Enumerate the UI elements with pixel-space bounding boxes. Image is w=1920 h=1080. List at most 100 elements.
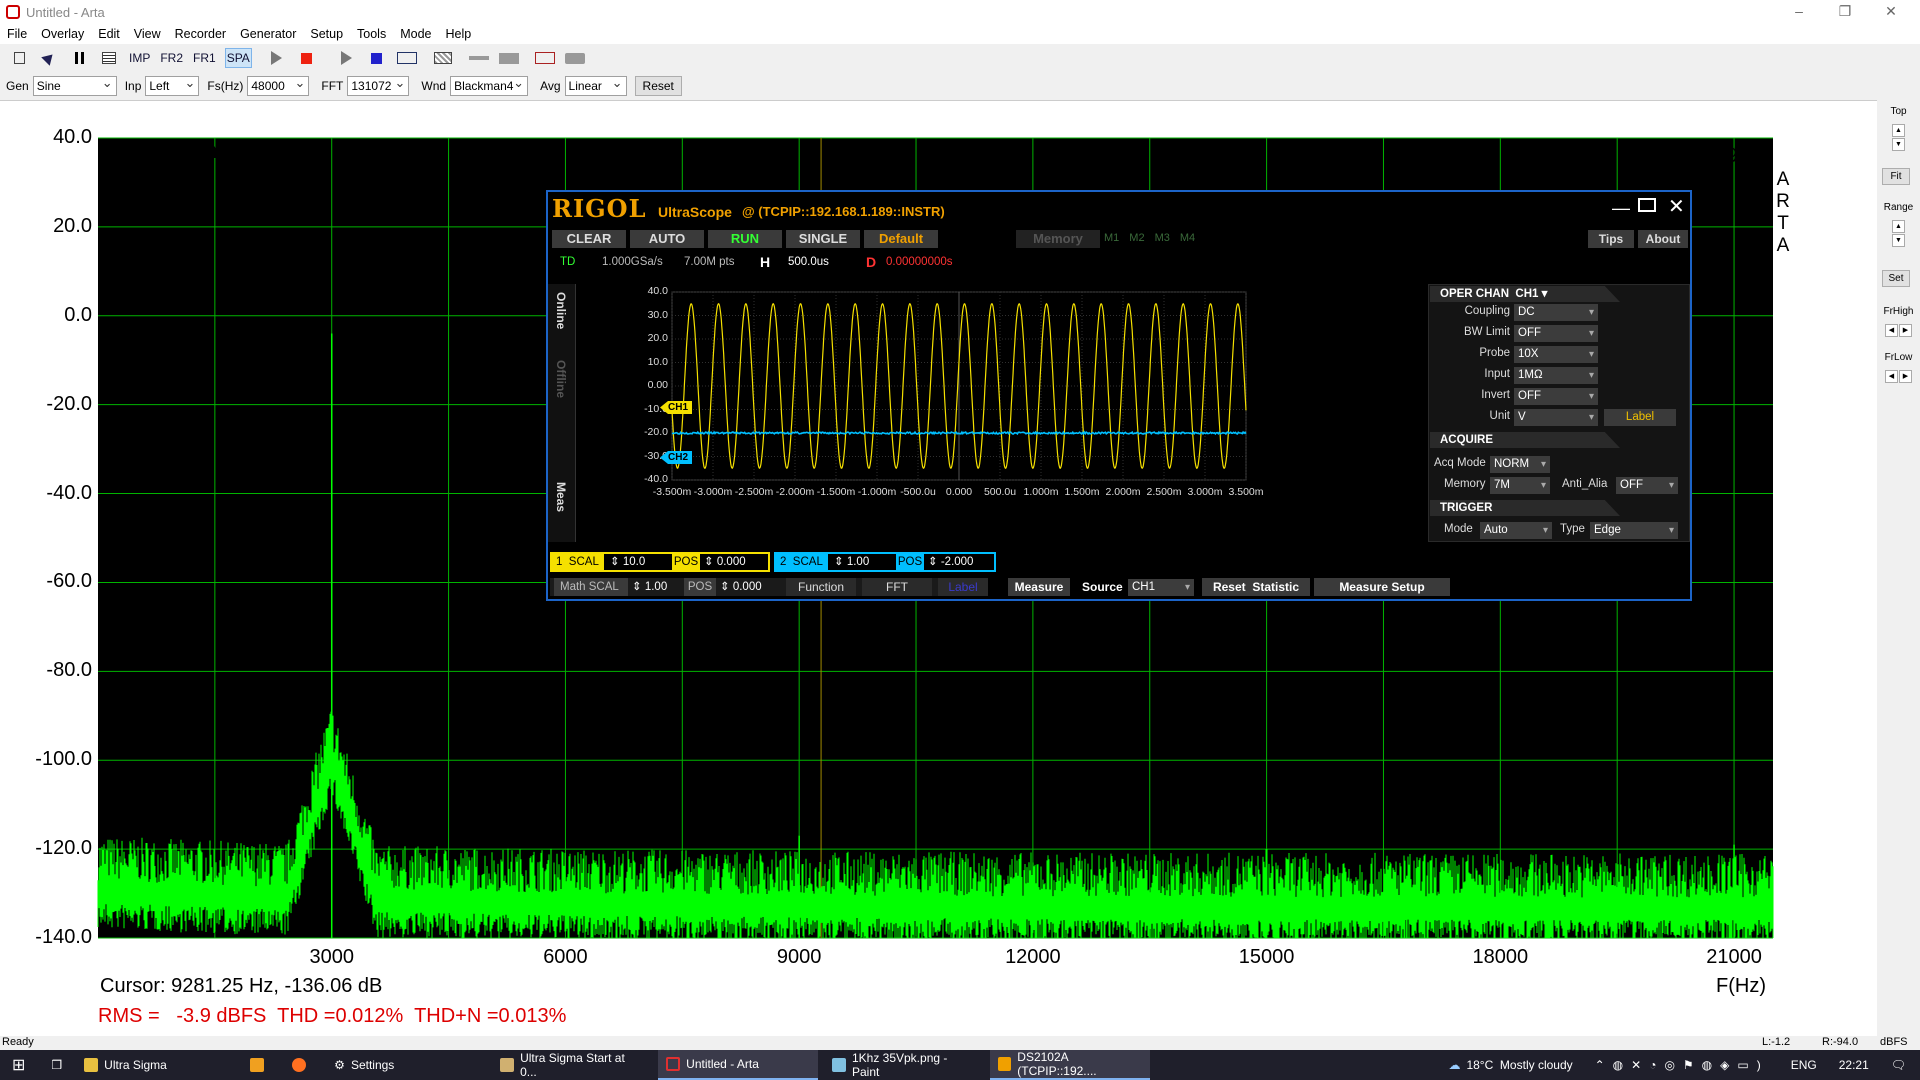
set-button[interactable]: Set [1882,270,1910,287]
avg-select[interactable]: Linear [564,74,627,96]
oscilloscope-display[interactable] [608,284,1258,484]
notification-icon[interactable]: 🗨 [1883,1050,1914,1080]
start-button[interactable]: ⊞ [0,1050,37,1080]
frhigh-right-spin[interactable]: ▶ [1899,324,1912,337]
ch1-pos-value[interactable]: ⇕ 0.000 [704,554,746,570]
auto-button[interactable]: AUTO [630,230,704,248]
acq-mode-select[interactable]: NORM [1490,456,1550,473]
taskbar-item-app[interactable] [242,1050,278,1080]
default-button[interactable]: Default [864,230,938,248]
inp-select[interactable]: Left [145,74,200,96]
ch2-pos-value[interactable]: ⇕ -2.000 [928,554,973,570]
taskbar-item-ultra-sigma-start[interactable]: Ultra Sigma Start at 0... [492,1050,652,1080]
online-tab[interactable]: Online [554,292,568,329]
anti-alias-select[interactable]: OFF [1616,477,1678,494]
restore-button[interactable]: ❐ [1822,0,1868,24]
input-select[interactable]: 1MΩ [1514,367,1598,384]
scope-icon[interactable] [534,48,556,68]
run-button[interactable]: RUN [708,230,782,248]
frlow-left-spin[interactable]: ◀ [1885,370,1898,383]
about-button[interactable]: About [1638,230,1688,248]
language-indicator[interactable]: ENG [1783,1050,1825,1080]
memory-slot-m4[interactable]: M4 [1180,232,1195,244]
pause-icon[interactable] [68,48,90,68]
memory-button[interactable]: Memory [1016,230,1100,248]
taskbar-item-firefox[interactable] [284,1050,320,1080]
task-view-button[interactable]: ❒ [43,1050,70,1080]
invert-select[interactable]: OFF [1514,388,1598,405]
rigol-close-icon[interactable]: ✕ [1668,194,1685,219]
menu-mode[interactable]: Mode [393,27,438,41]
trigger-mode-select[interactable]: Auto [1480,522,1552,539]
reset-button[interactable]: Reset [634,76,682,96]
ch1-scal-value[interactable]: ⇕ 10.0 [610,554,645,570]
fit-button[interactable]: Fit [1882,168,1910,185]
generator-icon[interactable] [396,48,418,68]
unit-select[interactable]: V [1514,409,1598,426]
menu-edit[interactable]: Edit [91,27,127,41]
weather-widget[interactable]: ☁ 18°C Mostly cloudy [1440,1050,1580,1080]
stop-blue-icon[interactable] [366,48,388,68]
math-pos-value[interactable]: ⇕ 0.000 [720,578,762,596]
play-icon-2[interactable] [336,48,358,68]
menu-recorder[interactable]: Recorder [168,27,233,41]
tips-button[interactable]: Tips [1588,230,1634,248]
gen-select[interactable]: Sine [32,74,117,96]
fs-select[interactable]: 48000 [247,74,310,96]
menu-tools[interactable]: Tools [350,27,393,41]
clear-button[interactable]: CLEAR [552,230,626,248]
minimize-button[interactable]: – [1776,0,1822,24]
slider-icon[interactable] [468,48,490,68]
label-button[interactable]: Label [1604,409,1676,426]
menu-file[interactable]: File [0,27,34,41]
table-icon[interactable] [98,48,120,68]
taskbar-item-settings[interactable]: ⚙ Settings [326,1050,486,1080]
delay-value[interactable]: 0.00000000s [886,256,953,268]
taskbar-item-paint[interactable]: 1Khz 35Vpk.png - Paint [824,1050,984,1080]
top-up-spin[interactable]: ▲ [1892,124,1905,137]
meas-tab[interactable]: Meas [554,482,568,512]
menu-view[interactable]: View [127,27,168,41]
menu-generator[interactable]: Generator [233,27,303,41]
open-file-icon[interactable] [38,48,60,68]
memory-slot-m3[interactable]: M3 [1155,232,1170,244]
menu-help[interactable]: Help [439,27,479,41]
hatched-icon[interactable] [432,48,454,68]
play-icon[interactable] [266,48,288,68]
measure-button[interactable]: Measure [1008,578,1070,596]
clock[interactable]: 22:21 [1831,1050,1877,1080]
taskbar-item-ds2102a[interactable]: DS2102A (TCPIP::192.... [990,1050,1151,1080]
measure-setup-button[interactable]: Measure Setup [1314,578,1450,596]
range-up-spin[interactable]: ▲ [1892,220,1905,233]
reset-statistic-button[interactable]: Reset Statistic [1202,578,1310,596]
gray-box-icon[interactable] [498,48,520,68]
range-down-spin[interactable]: ▼ [1892,234,1905,247]
rigol-ultrascope-window[interactable]: RIGOL UltraScope @ (TCPIP::192.168.1.189… [546,190,1692,601]
probe-select[interactable]: 10X [1514,346,1598,363]
math-scal-value[interactable]: ⇕ 1.00 [632,578,667,596]
rigol-minimize-icon[interactable]: — [1612,198,1630,219]
bw-limit-select[interactable]: OFF [1514,325,1598,342]
fr1-button[interactable]: FR1 [192,48,217,68]
function-button[interactable]: Function [786,578,856,596]
trigger-type-select[interactable]: Edge [1590,522,1678,539]
system-tray[interactable]: ⌃◍✕◔◎⚑◍◈▭) [1587,1050,1777,1080]
frhigh-left-spin[interactable]: ◀ [1885,324,1898,337]
frlow-right-spin[interactable]: ▶ [1899,370,1912,383]
taskbar-item-ultra-sigma[interactable]: Ultra Sigma [76,1050,236,1080]
fr2-button[interactable]: FR2 [159,48,184,68]
memory-slot-m2[interactable]: M2 [1129,232,1144,244]
offline-tab[interactable]: Offline [554,360,568,398]
oper-chan-value[interactable]: CH1 [1515,288,1538,300]
ch2-scal-value[interactable]: ⇕ 1.00 [834,554,869,570]
memory-slot-m1[interactable]: M1 [1104,232,1119,244]
menu-overlay[interactable]: Overlay [34,27,91,41]
wnd-select[interactable]: Blackman4 [450,74,529,96]
new-file-icon[interactable] [8,48,30,68]
close-button[interactable]: ✕ [1868,0,1914,24]
stop-red-icon[interactable] [296,48,318,68]
rigol-maximize-icon[interactable] [1638,198,1656,212]
single-button[interactable]: SINGLE [786,230,860,248]
top-down-spin[interactable]: ▼ [1892,138,1905,151]
math-label-button[interactable]: Label [938,578,988,596]
